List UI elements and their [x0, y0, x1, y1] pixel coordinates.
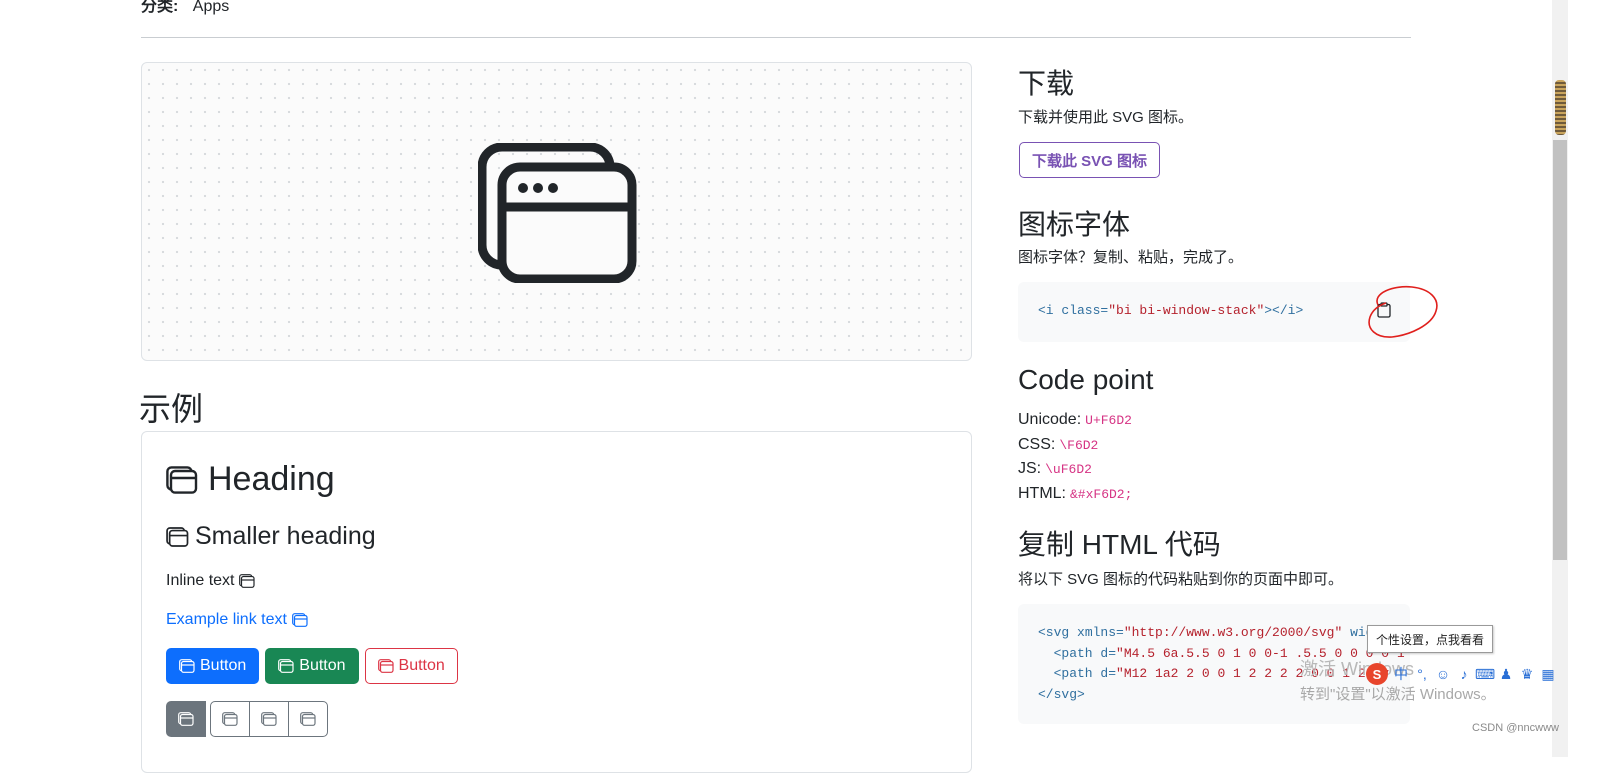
- window-stack-icon: [166, 526, 189, 547]
- icon-button[interactable]: [210, 701, 250, 737]
- user-icon[interactable]: ♟: [1498, 666, 1514, 682]
- download-title: 下载: [1018, 68, 1075, 99]
- primary-button[interactable]: Button: [166, 648, 260, 684]
- example-heading-text: Heading: [208, 460, 335, 498]
- download-description: 下载并使用此 SVG 图标。: [1018, 109, 1194, 126]
- example-inline-text: Inline text: [166, 572, 256, 590]
- ime-tooltip: 个性设置，点我看看: [1367, 625, 1494, 653]
- window-stack-icon: [179, 659, 195, 673]
- category-line: 分类: Apps: [141, 0, 229, 16]
- code-line: <svg xmlns="http://www.w3.org/2000/svg" …: [1038, 625, 1374, 640]
- category-value[interactable]: Apps: [193, 0, 229, 15]
- button-label: Button: [299, 657, 346, 674]
- window-stack-icon: [478, 143, 637, 283]
- code-point-js: JS: \uF6D2: [1018, 460, 1092, 477]
- code-point-list: Unicode: U+F6D2 CSS: \F6D2 JS: \uF6D2 HTML:…: [1018, 408, 1132, 506]
- button-label: Button: [398, 657, 445, 674]
- code-point-css: CSS: \F6D2: [1018, 435, 1099, 453]
- button-label: Button: [200, 657, 247, 674]
- example-smaller-heading: Smaller heading: [166, 522, 376, 551]
- annotation-circle: [1368, 285, 1438, 338]
- window-stack-icon: [166, 465, 198, 494]
- copy-html-description: 将以下 SVG 图标的代码粘贴到你的页面中即可。: [1018, 571, 1344, 588]
- example-heading: Heading: [166, 460, 335, 499]
- example-link-text[interactable]: Example link text: [166, 611, 287, 629]
- code-line: </svg>: [1038, 687, 1085, 702]
- icon-button-group: [166, 701, 328, 737]
- scrollbar-thumb[interactable]: [1555, 80, 1566, 135]
- copy-html-title: 复制 HTML 代码: [1018, 529, 1221, 560]
- icon-button-active[interactable]: [166, 701, 206, 737]
- code-point-title: Code point: [1018, 364, 1154, 395]
- icon-font-code-block[interactable]: <i class="bi bi-window-stack"></i>: [1018, 282, 1410, 342]
- code-point-html: HTML: &#xF6D2;: [1018, 484, 1133, 502]
- icon-font-title: 图标字体: [1018, 209, 1131, 240]
- code-point-unicode: Unicode: U+F6D2: [1018, 411, 1132, 428]
- emoji-icon[interactable]: ☺: [1435, 666, 1451, 682]
- grid-icon[interactable]: ▦: [1540, 666, 1556, 682]
- ime-language-toggle[interactable]: 中: [1393, 666, 1409, 682]
- csdn-watermark: CSDN @nncwww: [1472, 722, 1559, 734]
- window-stack-icon: [178, 712, 194, 726]
- microphone-icon[interactable]: ♪: [1456, 666, 1472, 682]
- icon-button[interactable]: [288, 701, 328, 737]
- divider: [141, 37, 1411, 38]
- category-label: 分类:: [141, 0, 179, 15]
- examples-panel: Heading Smaller heading Inline text Exam…: [141, 431, 972, 773]
- download-svg-button[interactable]: 下载此 SVG 图标: [1019, 142, 1161, 178]
- scrollbar-track[interactable]: [1553, 140, 1567, 560]
- icon-preview: [141, 62, 972, 361]
- window-stack-icon: [222, 712, 238, 726]
- example-buttons: Button Button Button: [166, 648, 458, 684]
- example-link[interactable]: Example link text: [166, 611, 308, 629]
- example-smaller-heading-text: Smaller heading: [195, 522, 376, 550]
- success-button[interactable]: Button: [265, 648, 359, 684]
- icon-font-code: <i class="bi bi-window-stack"></i>: [1038, 303, 1304, 318]
- window-stack-icon: [239, 574, 256, 588]
- skin-icon[interactable]: ♛: [1519, 666, 1535, 682]
- outline-danger-button[interactable]: Button: [364, 648, 458, 684]
- window-stack-icon: [292, 613, 308, 627]
- icon-button[interactable]: [249, 701, 289, 737]
- sogou-logo-icon[interactable]: S: [1366, 663, 1388, 685]
- window-stack-icon: [300, 712, 316, 726]
- icon-font-description: 图标字体？复制、粘贴，完成了。: [1018, 249, 1244, 266]
- inline-text-label: Inline text: [166, 572, 235, 589]
- keyboard-icon[interactable]: ⌨: [1475, 666, 1495, 682]
- window-stack-icon: [278, 659, 294, 673]
- window-stack-icon: [377, 659, 394, 673]
- punctuation-icon[interactable]: °,: [1414, 666, 1430, 682]
- ime-toolbar[interactable]: S 中 °, ☺ ♪ ⌨ ♟ ♛ ▦: [1366, 660, 1556, 688]
- examples-title: 示例: [139, 391, 204, 427]
- window-stack-icon: [261, 712, 277, 726]
